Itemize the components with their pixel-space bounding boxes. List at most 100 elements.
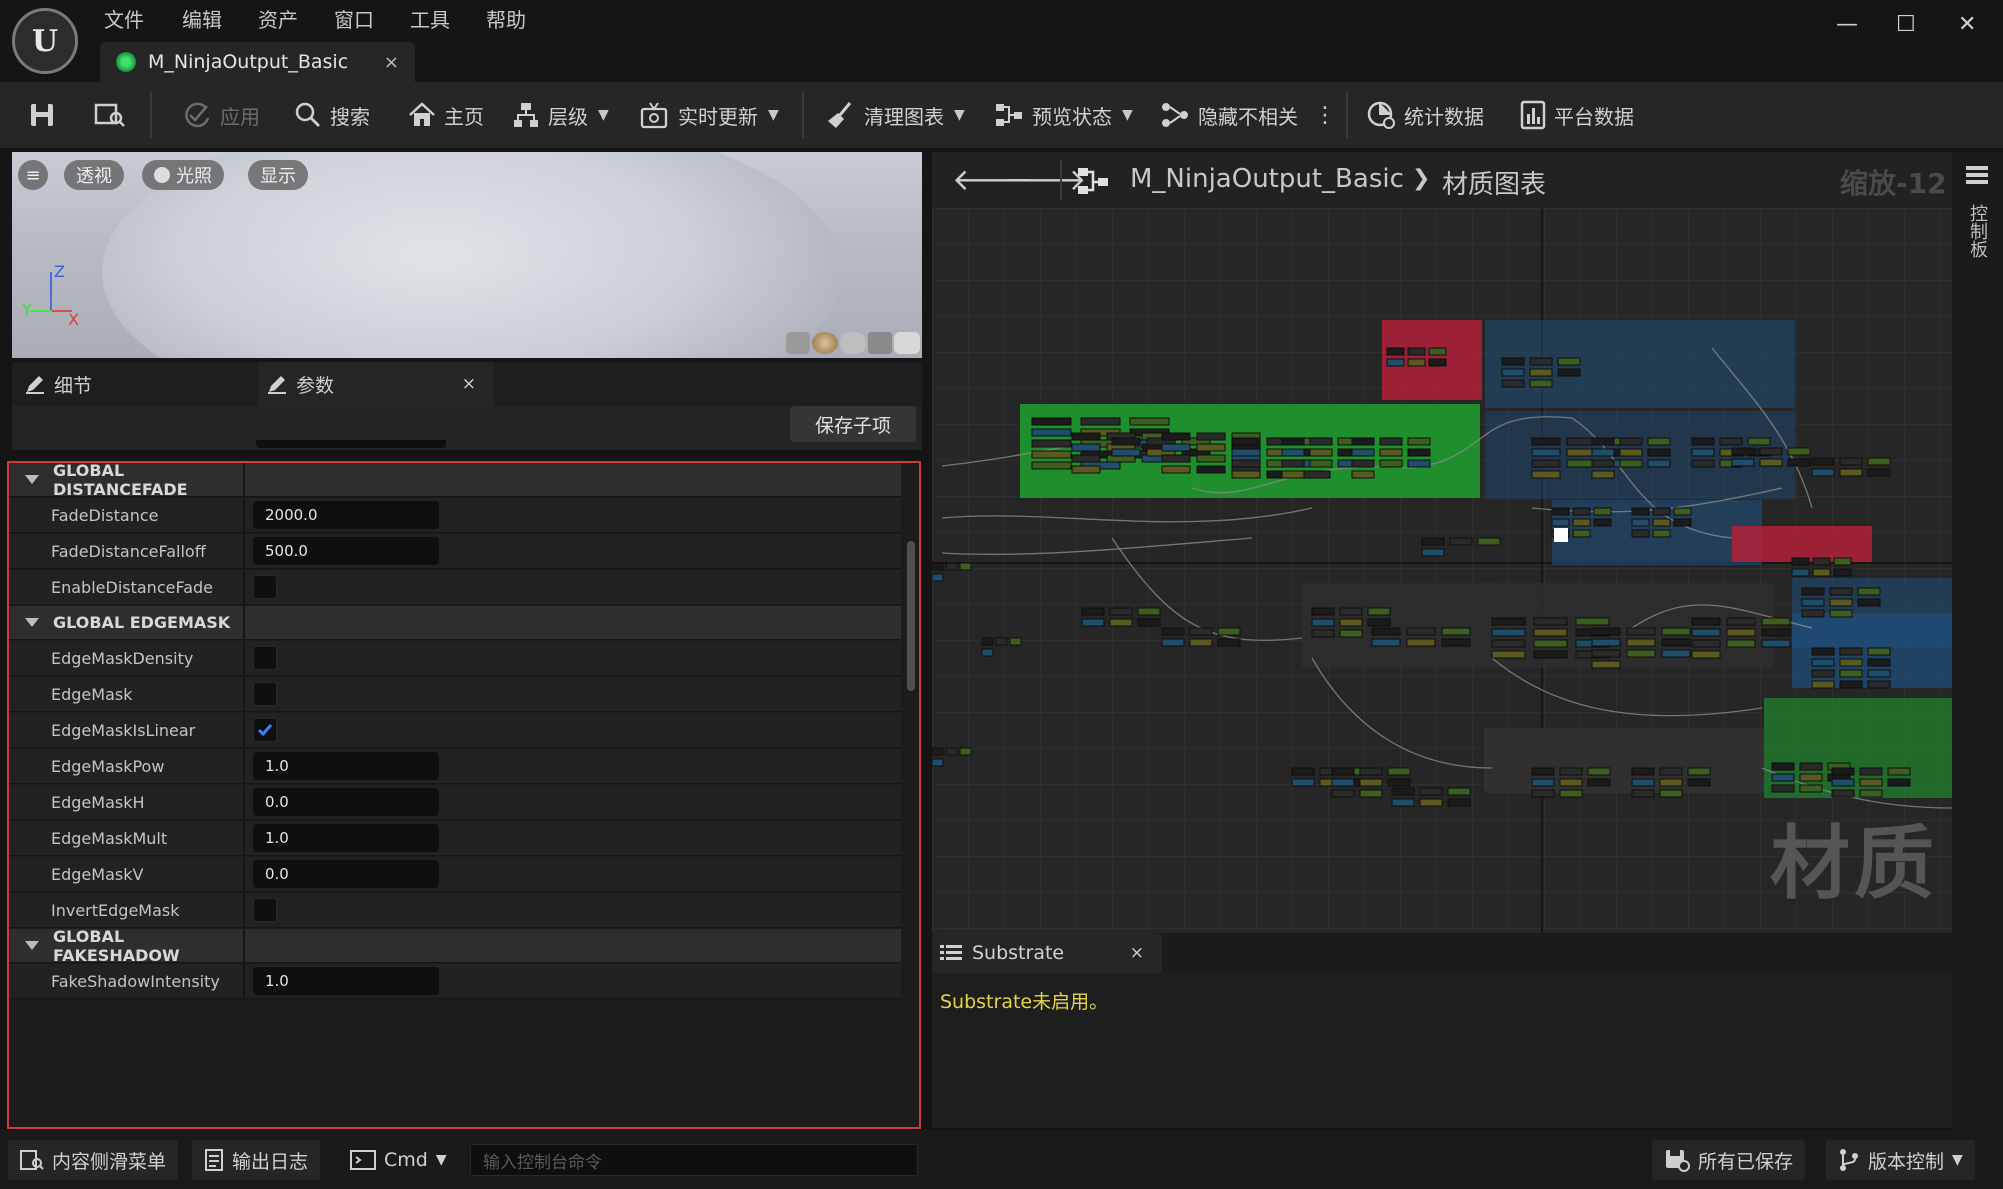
graph-node[interactable] [1771, 784, 1795, 793]
graph-node[interactable] [1867, 457, 1891, 466]
graph-node[interactable] [1652, 529, 1671, 538]
document-tab[interactable]: M_NinjaOutput_Basic × [100, 42, 415, 82]
graph-node[interactable] [1631, 507, 1650, 516]
sphere-icon[interactable] [812, 332, 838, 354]
graph-node[interactable] [1109, 607, 1133, 616]
graph-node[interactable] [1587, 778, 1611, 787]
tab-params[interactable]: 参数 × [258, 362, 494, 406]
graph-node[interactable] [1761, 617, 1791, 626]
graph-node[interactable] [1631, 529, 1650, 538]
graph-node[interactable] [1441, 638, 1471, 647]
collapse-triangle-icon[interactable] [25, 475, 39, 484]
graph-node[interactable] [1726, 617, 1756, 626]
collapse-triangle-icon[interactable] [25, 618, 39, 627]
graph-node[interactable] [1309, 437, 1333, 446]
graph-node[interactable] [1137, 618, 1161, 627]
graph-node[interactable] [1081, 607, 1105, 616]
graph-node[interactable] [1339, 618, 1363, 627]
graph-node[interactable] [1691, 617, 1721, 626]
graph-node[interactable] [1839, 658, 1863, 667]
graph-node[interactable] [1631, 767, 1655, 776]
graph-node[interactable] [1829, 609, 1853, 618]
graph-node[interactable] [1726, 628, 1756, 637]
section-header[interactable]: GLOBAL DISTANCEFADE [9, 463, 901, 499]
graph-node[interactable] [1161, 638, 1185, 647]
graph-node[interactable] [1291, 767, 1315, 776]
graph-node[interactable] [1726, 639, 1756, 648]
plane-icon[interactable] [840, 332, 866, 354]
preview-mesh-selector[interactable] [786, 332, 920, 354]
breadcrumb-graph[interactable]: 材质图表 [1442, 164, 1546, 201]
graph-node[interactable] [1189, 627, 1213, 636]
graph-node[interactable] [1386, 347, 1405, 356]
graph-node[interactable] [1761, 628, 1791, 637]
graph-node[interactable] [1591, 638, 1621, 647]
graph-node[interactable] [1189, 638, 1213, 647]
graph-node[interactable] [1867, 669, 1891, 678]
maximize-button[interactable]: ☐ [1896, 12, 1916, 37]
graph-node[interactable] [1591, 459, 1615, 468]
scrollbar[interactable] [907, 541, 915, 691]
graph-node[interactable] [995, 637, 1008, 646]
graph-node[interactable] [1529, 368, 1553, 377]
graph-node[interactable] [1652, 507, 1671, 516]
lit-button[interactable]: 光照 [142, 160, 224, 190]
graph-node[interactable] [1831, 767, 1855, 776]
graph-node[interactable] [1531, 470, 1561, 479]
graph-node[interactable] [932, 573, 944, 582]
graph-node[interactable] [1799, 762, 1823, 771]
graph-node[interactable] [1291, 778, 1315, 787]
graph-node[interactable] [1406, 638, 1436, 647]
graph-node[interactable] [1572, 518, 1591, 527]
platform-stats-button[interactable]: 平台数据 [1520, 82, 1634, 148]
graph-node[interactable] [1281, 470, 1305, 479]
graph-node[interactable] [1501, 379, 1525, 388]
graph-node[interactable] [1687, 767, 1711, 776]
console-input[interactable]: 输入控制台命令 [470, 1144, 918, 1176]
graph-node[interactable] [1447, 787, 1471, 796]
graph-node[interactable] [1387, 778, 1411, 787]
graph-node[interactable] [1839, 457, 1863, 466]
graph-node[interactable] [1281, 448, 1305, 457]
graph-node[interactable] [1575, 617, 1610, 626]
graph-node[interactable] [945, 562, 958, 571]
graph-node[interactable] [1031, 417, 1072, 426]
graph-node[interactable] [1631, 789, 1655, 798]
graph-node[interactable] [1386, 358, 1405, 367]
output-log-button[interactable]: 输出日志 [192, 1140, 321, 1180]
graph-node[interactable] [1867, 468, 1891, 477]
graph-node[interactable] [1533, 639, 1568, 648]
graph-node[interactable] [1559, 767, 1583, 776]
graph-node[interactable] [1551, 507, 1570, 516]
close-window-button[interactable]: ✕ [1958, 12, 1976, 37]
search-button[interactable]: 搜索 [294, 82, 370, 148]
graph-node[interactable] [1231, 470, 1261, 479]
graph-node[interactable] [1587, 767, 1611, 776]
graph-node[interactable] [1491, 628, 1526, 637]
graph-node[interactable] [981, 637, 994, 646]
material-graph-canvas[interactable]: 材质 [932, 208, 1952, 933]
close-tab-icon[interactable]: × [384, 52, 399, 73]
graph-node[interactable] [1647, 448, 1671, 457]
graph-node[interactable] [1367, 618, 1391, 627]
param-number-input[interactable]: 2000.0 [253, 501, 439, 529]
graph-node[interactable] [1428, 347, 1447, 356]
graph-node[interactable] [1673, 518, 1692, 527]
graph-node[interactable] [1661, 638, 1691, 647]
graph-node[interactable] [1009, 637, 1022, 646]
graph-node[interactable] [1673, 507, 1692, 516]
graph-node[interactable] [1859, 778, 1883, 787]
graph-node[interactable] [1379, 459, 1403, 468]
graph-node[interactable] [1428, 358, 1447, 367]
graph-node[interactable] [1747, 437, 1771, 446]
graph-node[interactable] [1811, 658, 1835, 667]
graph-node[interactable] [1161, 443, 1191, 452]
param-checkbox[interactable] [253, 575, 277, 599]
graph-node[interactable] [1659, 778, 1683, 787]
graph-node[interactable] [1626, 638, 1656, 647]
graph-node[interactable] [1559, 778, 1583, 787]
graph-node[interactable] [1691, 448, 1715, 457]
collapse-triangle-icon[interactable] [25, 941, 39, 950]
menu-edit[interactable]: 编辑 [182, 4, 222, 33]
clean-graph-button[interactable]: 清理图表 ▼ [826, 82, 965, 148]
